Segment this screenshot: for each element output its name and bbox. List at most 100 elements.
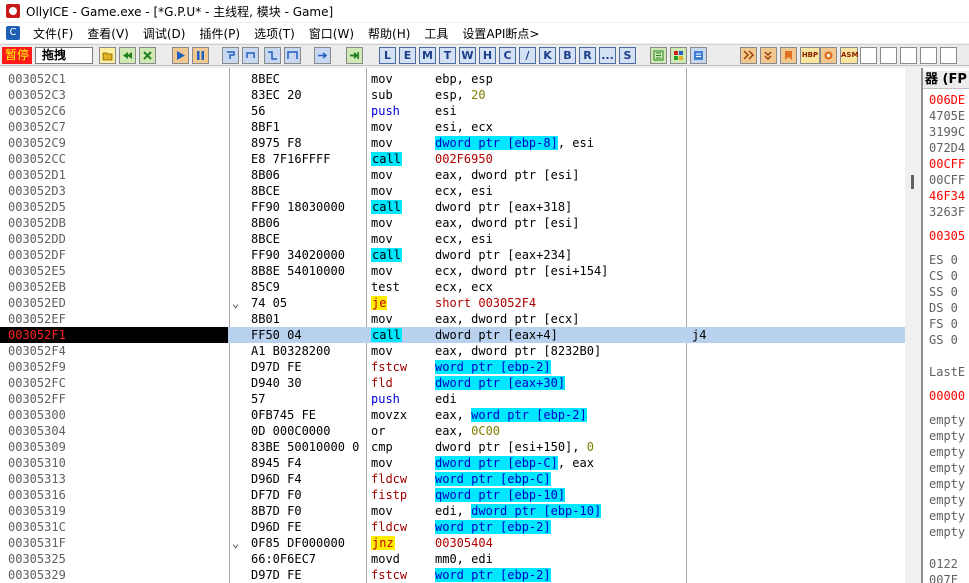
source-button[interactable]: S (619, 47, 636, 64)
register-value[interactable]: ES 0 (929, 252, 958, 268)
restart-icon[interactable] (119, 47, 136, 64)
step-over-icon[interactable] (242, 47, 259, 64)
disasm-row[interactable]: 00305329 D97D FE fstcw word ptr [ebp-2] (0, 567, 905, 583)
empty-toolbar-slot-3[interactable] (900, 47, 917, 64)
appearance-icon[interactable] (670, 47, 687, 64)
register-value[interactable]: 4705E (929, 108, 965, 124)
empty-toolbar-slot-5[interactable] (940, 47, 957, 64)
hardware-breakpoint-button[interactable]: HBP (800, 47, 820, 64)
disasm-row[interactable]: 00305319 8B7D F0 mov edi, dword ptr [ebp-10… (0, 503, 905, 519)
disasm-row[interactable]: 003052F1 FF50 04 call dword ptr [eax+4] j4 (0, 327, 905, 343)
register-value[interactable]: 00000 (929, 388, 965, 404)
plugin-arrows-icon[interactable] (740, 47, 757, 64)
memory-map-button[interactable]: M (419, 47, 436, 64)
menu-plugins[interactable]: 插件(P) (194, 25, 249, 42)
disasm-row[interactable]: 003052D3 8BCE mov ecx, esi (0, 183, 905, 199)
disasm-row[interactable]: 00305313 D96D F4 fldcw word ptr [ebp-C] (0, 471, 905, 487)
references-button[interactable]: R (579, 47, 596, 64)
register-value[interactable]: empty (929, 444, 965, 460)
disasm-row[interactable]: 003052D1 8B06 mov eax, dword ptr [esi] (0, 167, 905, 183)
scrollbar-thumb[interactable] (911, 175, 914, 189)
handles-button[interactable]: H (479, 47, 496, 64)
cpu-window-icon[interactable]: C (6, 26, 20, 40)
register-value[interactable]: empty (929, 460, 965, 476)
debug-options-icon[interactable] (650, 47, 667, 64)
patches-button[interactable]: / (519, 47, 536, 64)
disasm-row[interactable]: 003052C9 8975 F8 mov dword ptr [ebp-8], esi (0, 135, 905, 151)
register-value[interactable]: 00CFF (929, 172, 965, 188)
disasm-row[interactable]: 003052C6 56 push esi (0, 103, 905, 119)
disasm-row[interactable]: 003052EB 85C9 test ecx, ecx (0, 279, 905, 295)
menu-window[interactable]: 窗口(W) (304, 25, 363, 42)
menu-tools[interactable]: 工具 (419, 25, 457, 42)
register-value[interactable]: 072D4 (929, 140, 965, 156)
register-value[interactable]: empty (929, 428, 965, 444)
disasm-row[interactable]: 003052D5 FF90 18030000 call dword ptr [eax+… (0, 199, 905, 215)
register-value[interactable]: SS 0 (929, 284, 958, 300)
register-value[interactable]: CS 0 (929, 268, 958, 284)
menu-file[interactable]: 文件(F) (28, 25, 82, 42)
register-value[interactable]: 00305 (929, 228, 965, 244)
pane-splitter[interactable] (905, 68, 921, 583)
call-stack-button[interactable]: K (539, 47, 556, 64)
disasm-row[interactable]: 003052F4 A1 B0328200 mov eax, dword ptr [82… (0, 343, 905, 359)
disasm-row[interactable]: 00305300 0FB745 FE movzx eax, word ptr [ebp… (0, 407, 905, 423)
register-value[interactable]: 3263F (929, 204, 965, 220)
menu-view[interactable]: 查看(V) (82, 25, 138, 42)
disasm-row[interactable]: 003052ED ⌄ 74 05 je short 003052F4 (0, 295, 905, 311)
register-value[interactable]: 007F (929, 572, 958, 583)
pause-icon[interactable] (192, 47, 209, 64)
trace-over-icon[interactable] (284, 47, 301, 64)
trace-into-icon[interactable] (264, 47, 281, 64)
disasm-row[interactable]: 003052E5 8B8E 54010000 mov ecx, dword ptr [… (0, 263, 905, 279)
windows-button[interactable]: W (459, 47, 476, 64)
register-value[interactable]: empty (929, 492, 965, 508)
disasm-row[interactable]: 00305325 66:0F6EC7 movd mm0, edi (0, 551, 905, 567)
assembler-button[interactable]: ASM (840, 47, 858, 64)
empty-toolbar-slot-4[interactable] (920, 47, 937, 64)
execute-till-return-icon[interactable] (314, 47, 331, 64)
register-value[interactable]: empty (929, 476, 965, 492)
disasm-row[interactable]: 003052DD 8BCE mov ecx, esi (0, 231, 905, 247)
register-value[interactable]: 00CFF (929, 156, 965, 172)
disasm-row[interactable]: 003052EF 8B01 mov eax, dword ptr [ecx] (0, 311, 905, 327)
step-into-icon[interactable] (222, 47, 239, 64)
menu-set-api-breakpoint[interactable]: 设置API断点> (457, 25, 548, 42)
disasm-row[interactable]: 003052DB 8B06 mov eax, dword ptr [esi] (0, 215, 905, 231)
run-icon[interactable] (172, 47, 189, 64)
register-value[interactable]: DS 0 (929, 300, 958, 316)
threads-button[interactable]: T (439, 47, 456, 64)
cpu-button[interactable]: C (499, 47, 516, 64)
go-to-address-icon[interactable] (346, 47, 363, 64)
close-debuggee-icon[interactable] (139, 47, 156, 64)
disasm-row[interactable]: 003052C3 83EC 20 sub esp, 20 (0, 87, 905, 103)
register-value[interactable]: 3199C (929, 124, 965, 140)
plugin-bookmark-icon[interactable] (780, 47, 797, 64)
log-window-button[interactable]: L (379, 47, 396, 64)
modules-window-button[interactable]: E (399, 47, 416, 64)
disasm-row[interactable]: 003052C1 8BEC mov ebp, esp (0, 71, 905, 87)
help-icon[interactable] (690, 47, 707, 64)
disasm-row[interactable]: 00305316 DF7D F0 fistp qword ptr [ebp-10] (0, 487, 905, 503)
disasm-row[interactable]: 003052F9 D97D FE fstcw word ptr [ebp-2] (0, 359, 905, 375)
menu-help[interactable]: 帮助(H) (363, 25, 419, 42)
disasm-row[interactable]: 003052DF FF90 34020000 call dword ptr [eax+… (0, 247, 905, 263)
register-value[interactable]: empty (929, 412, 965, 428)
disasm-row[interactable]: 003052FF 57 push edi (0, 391, 905, 407)
empty-toolbar-slot-2[interactable] (880, 47, 897, 64)
register-value[interactable]: GS 0 (929, 332, 958, 348)
disasm-row[interactable]: 00305304 0D 000C0000 or eax, 0C00 (0, 423, 905, 439)
register-value[interactable]: 0122 (929, 556, 958, 572)
register-value[interactable]: 46F34 (929, 188, 965, 204)
run-trace-button[interactable]: ... (599, 47, 616, 64)
disasm-row[interactable]: 003052FC D940 30 fld dword ptr [eax+30] (0, 375, 905, 391)
disasm-row[interactable]: 003052CC E8 7F16FFFF call 002F6950 (0, 151, 905, 167)
empty-toolbar-slot-1[interactable] (860, 47, 877, 64)
disasm-row[interactable]: 003052C7 8BF1 mov esi, ecx (0, 119, 905, 135)
disasm-row[interactable]: 0030531C D96D FE fldcw word ptr [ebp-2] (0, 519, 905, 535)
plugin-gear-icon[interactable] (820, 47, 837, 64)
menu-debug[interactable]: 调试(D) (138, 25, 195, 42)
disasm-row[interactable]: 0030531F ⌄ 0F85 DF000000 jnz 00305404 (0, 535, 905, 551)
breakpoints-button[interactable]: B (559, 47, 576, 64)
registers-pane[interactable]: 器 (FP 006DE 4705E 3199C 072D4 00CFF 00CFF 46F3… (921, 68, 969, 583)
